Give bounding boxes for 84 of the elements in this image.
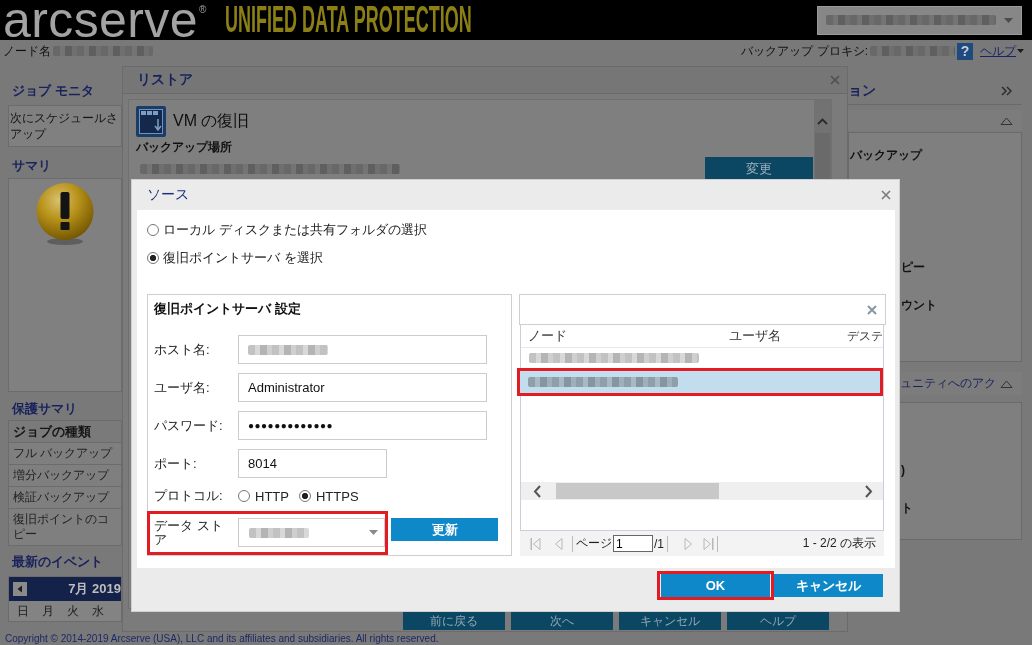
table-cell: 増分バックアップ [9,465,121,487]
caret-down-icon [1004,17,1013,23]
proxy-label: バックアップ プロキシ: [741,42,868,60]
option-label[interactable]: HTTP [255,488,289,504]
panel-title: ョン [848,82,876,99]
option-label[interactable]: ローカル ディスクまたは共有フォルダの選択 [163,221,427,239]
dialog-button[interactable]: ヘルプ [727,612,829,630]
help-button[interactable]: ? [957,42,973,60]
field-label: ポート: [154,456,198,471]
close-icon[interactable] [830,75,840,85]
column-header: ジョブの種類 [9,421,121,443]
previous-month-icon[interactable] [13,582,27,596]
dialog-title: リストア [137,71,193,89]
option-label[interactable]: HTTPS [315,488,359,504]
task-link[interactable]: バックアップ [849,147,1021,163]
table-cell: 検証バックアップ [9,487,121,509]
warning-icon [36,183,94,245]
dialog-heading: VM の復旧 [173,110,250,131]
text-field[interactable] [238,335,487,364]
server-dropdown[interactable] [817,5,1022,35]
page-field[interactable]: 1 [613,535,653,552]
dropdown[interactable] [238,518,385,547]
section-title: サマリ [11,157,52,175]
section-title: 最新のイベント [11,553,104,571]
field-label: ホスト名: [154,342,211,357]
filter-field[interactable] [519,294,886,325]
node-label: ノード名 [3,42,51,60]
radio-button[interactable] [238,490,250,502]
weekday-label: 日 [15,602,30,620]
field-label: データ ストア [154,518,224,547]
column-header[interactable]: ユーザ名 [722,327,842,345]
page-label: ページ [576,535,612,552]
field-label: プロトコル: [154,489,224,503]
chevron-right-icon [864,484,873,498]
table-cell-text: 復旧ポイントのコピー [12,511,110,543]
change-button[interactable]: 変更 [705,157,813,181]
page-count: /1 [654,536,664,551]
triangle-icon[interactable] [1000,115,1013,126]
record-count: 1 - 2/2 の表示 [802,535,876,552]
section-title: ュニティへのアク [899,376,996,391]
refresh-button[interactable]: 更新 [391,518,498,541]
field-label: パスワード: [154,418,224,433]
weekday-label: 月 [40,602,55,620]
section-title: 保護サマリ [10,400,78,418]
radio-button[interactable] [147,252,159,264]
section-title: ジョブ モニタ [11,82,95,100]
window-icon [136,105,166,137]
job-status-text: 次にスケジュールさ [10,110,118,126]
clear-icon[interactable] [867,304,877,315]
dialog-button[interactable]: キャンセル [619,612,721,630]
weekday-label: 水 [90,602,105,620]
dialog-button[interactable]: 次へ [511,612,613,630]
column-header[interactable]: ノード [521,327,722,345]
password-field[interactable]: ●●●●●●●●●●●●● [238,411,487,440]
chevron-up-icon [817,118,828,125]
option-label[interactable]: 復旧ポイントサーバ を選択 [163,249,323,267]
dialog-button[interactable]: キャンセル [774,574,883,597]
dialog-button[interactable]: 前に戻る [403,612,505,630]
double-chevron-icon[interactable] [1001,85,1012,96]
month-label: 7月 2019 [68,580,121,598]
caret-down-icon [1017,49,1024,53]
chevron-left-icon [533,484,542,498]
radio-button[interactable] [298,490,311,502]
column-header[interactable]: デステ [842,327,883,345]
table-cell: フル バックアップ [9,443,121,465]
triangle-icon[interactable] [1000,378,1013,389]
horizontal-scrollbar[interactable] [521,482,883,500]
dialog-button[interactable]: OK [661,574,770,597]
scrollbar-thumb[interactable] [556,483,719,499]
dialog-title: ソース [147,186,189,204]
section-label: バックアップ場所 [136,140,233,154]
caret-down-icon [369,530,378,535]
text-field[interactable]: Administrator [238,373,487,402]
product-name: UNIFIED DATA PROTECTION [224,0,472,40]
port-field[interactable]: 8014 [238,449,387,478]
weekday-label: 火 [65,602,80,620]
close-icon[interactable] [881,190,891,200]
radio-button[interactable] [147,224,159,236]
brand-logo: arcserve$^{®}$ [3,0,207,40]
copyright-text: Copyright © 2014-2019 Arcserve (USA), LLC and its affiliates and subsidiaries. All rights reserved. [4,632,440,645]
field-label: ユーザ名: [154,380,211,395]
panel-title: 復旧ポイントサーバ 設定 [154,301,302,317]
help-link[interactable]: ヘルプ [980,42,1016,60]
job-status-text: アップ [10,126,46,142]
